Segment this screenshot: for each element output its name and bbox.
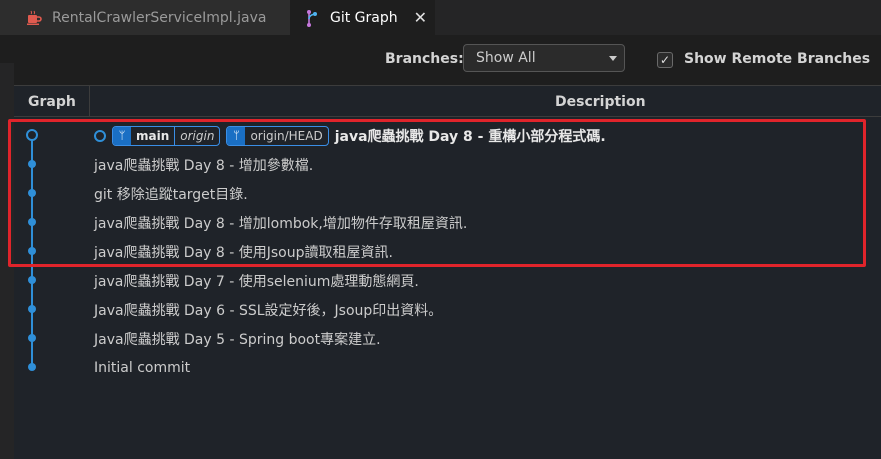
- commit-row[interactable]: git 移除追蹤target目錄.: [94, 179, 248, 208]
- branch-icon: ᛘ: [227, 126, 246, 145]
- left-gutter: [0, 63, 14, 459]
- commit-node[interactable]: [28, 276, 36, 284]
- tab-java-label: RentalCrawlerServiceImpl.java: [52, 9, 267, 26]
- commit-message: Java爬蟲挑戰 Day 6 - SSL設定好後，Jsoup印出資料。: [94, 302, 443, 319]
- commit-message: java爬蟲挑戰 Day 8 - 使用Jsoup讀取租屋資訊.: [94, 244, 393, 261]
- chevron-down-icon: [609, 56, 617, 61]
- commit-node[interactable]: [28, 247, 36, 255]
- commit-node[interactable]: [28, 189, 36, 197]
- tab-git-graph[interactable]: Git Graph ✕: [290, 0, 435, 35]
- head-indicator-icon: [94, 129, 106, 142]
- branch-ref-remote: origin: [174, 126, 219, 145]
- commit-table: Graph Description ᛘ main origin ᛘ origin…: [14, 85, 881, 459]
- close-icon[interactable]: ✕: [414, 8, 427, 27]
- branch-ref-name: main: [136, 128, 170, 143]
- commit-message: git 移除追蹤target目錄.: [94, 186, 248, 203]
- branches-dropdown[interactable]: Show All: [463, 44, 625, 72]
- commit-row[interactable]: ᛘ main origin ᛘ origin/HEAD java爬蟲挑戰 Day…: [94, 121, 606, 150]
- graph-column-header[interactable]: Graph: [28, 94, 76, 110]
- commit-row[interactable]: java爬蟲挑戰 Day 7 - 使用selenium處理動態網頁.: [94, 266, 419, 295]
- commit-graph: [26, 129, 38, 371]
- git-graph-icon: [307, 9, 317, 27]
- commit-node[interactable]: [28, 160, 36, 168]
- commit-message: java爬蟲挑戰 Day 8 - 增加lombok,增加物件存取租屋資訊.: [94, 215, 468, 232]
- commit-node[interactable]: [28, 218, 36, 226]
- commit-row[interactable]: Java爬蟲挑戰 Day 6 - SSL設定好後，Jsoup印出資料。: [94, 295, 442, 324]
- commit-message: Java爬蟲挑戰 Day 5 - Spring boot專案建立.: [94, 331, 381, 348]
- branch-ref-name: origin/HEAD: [250, 128, 323, 143]
- commit-row[interactable]: Java爬蟲挑戰 Day 5 - Spring boot專案建立.: [94, 324, 381, 353]
- column-divider[interactable]: [89, 86, 90, 117]
- description-column-header[interactable]: Description: [555, 94, 646, 110]
- tab-java-file[interactable]: RentalCrawlerServiceImpl.java: [0, 0, 290, 35]
- commit-row[interactable]: java爬蟲挑戰 Day 8 - 使用Jsoup讀取租屋資訊.: [94, 237, 393, 266]
- commit-message: Initial commit: [94, 359, 191, 376]
- commit-message: java爬蟲挑戰 Day 8 - 重構小部分程式碼.: [334, 128, 606, 145]
- branches-label: Branches:: [385, 51, 464, 67]
- commit-message: java爬蟲挑戰 Day 7 - 使用selenium處理動態網頁.: [94, 273, 419, 290]
- commit-row[interactable]: Initial commit: [94, 353, 190, 382]
- branches-dropdown-value: Show All: [476, 50, 536, 66]
- commit-row[interactable]: java爬蟲挑戰 Day 8 - 增加參數檔.: [94, 150, 313, 179]
- show-remote-branches-label[interactable]: Show Remote Branches: [684, 51, 870, 67]
- commit-node[interactable]: [28, 334, 36, 342]
- commit-node[interactable]: [28, 363, 36, 371]
- commit-message: java爬蟲挑戰 Day 8 - 增加參數檔.: [94, 157, 314, 174]
- commit-node-head[interactable]: [26, 129, 38, 141]
- tab-git-graph-label: Git Graph: [330, 9, 398, 26]
- show-remote-branches-checkbox[interactable]: ✓: [657, 52, 673, 68]
- tab-bar: RentalCrawlerServiceImpl.java Git Graph …: [0, 0, 881, 35]
- branch-ref-main[interactable]: ᛘ main origin: [112, 125, 221, 146]
- control-bar: Branches: Show All ✓ Show Remote Branche…: [0, 35, 881, 85]
- commit-node[interactable]: [28, 305, 36, 313]
- table-header: Graph Description: [14, 85, 881, 117]
- branch-icon: ᛘ: [113, 126, 131, 145]
- commit-row[interactable]: java爬蟲挑戰 Day 8 - 增加lombok,增加物件存取租屋資訊.: [94, 208, 467, 237]
- java-coffee-icon: [27, 10, 42, 25]
- branch-ref-origin-head[interactable]: ᛘ origin/HEAD: [226, 125, 329, 146]
